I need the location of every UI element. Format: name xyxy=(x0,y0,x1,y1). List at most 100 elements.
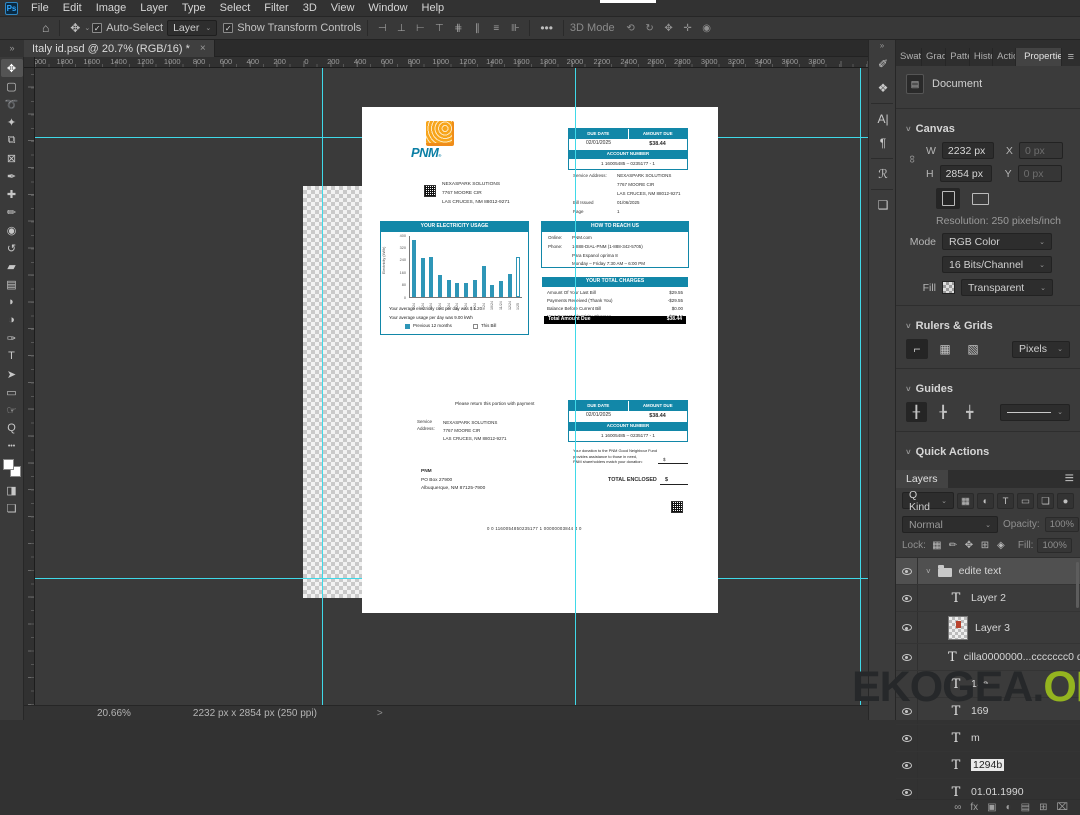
auto-select-target-dropdown[interactable]: Layer ⌄ xyxy=(167,20,218,36)
hand-tool[interactable]: ☞ xyxy=(1,401,23,419)
layer-name[interactable]: 01.01.1990 xyxy=(971,786,1024,798)
guide-vertical-1[interactable] xyxy=(322,68,323,705)
frame-tool[interactable]: ⊠ xyxy=(1,149,23,167)
layer-row[interactable]: ˅ edite text xyxy=(896,558,1080,585)
lock-transparency-icon[interactable]: ▦ xyxy=(930,540,944,551)
document-selector[interactable]: ▤ Document xyxy=(896,66,1080,102)
adjustment-filter-icon[interactable]: ◐ xyxy=(977,492,994,509)
group-chevron-icon[interactable]: ˅ xyxy=(926,567,931,576)
object-selection-tool[interactable]: ✦ xyxy=(1,113,23,131)
edit-toolbar-icon[interactable]: ••• xyxy=(1,437,23,455)
foreground-color-swatch[interactable] xyxy=(2,459,14,470)
quick-actions-section-header[interactable]: ˅ Quick Actions xyxy=(896,438,1080,462)
lock-position-icon[interactable]: ✥ xyxy=(962,540,976,551)
guides-section-header[interactable]: ˅ Guides xyxy=(896,375,1080,399)
more-options-icon[interactable]: ••• xyxy=(536,21,557,35)
brush-settings-icon[interactable]: ✐ xyxy=(869,52,897,76)
link-layers-icon[interactable]: ∞ xyxy=(954,802,961,813)
visibility-toggle[interactable] xyxy=(896,752,918,778)
distribute-horizontal-icon[interactable]: ∥ xyxy=(469,23,485,34)
align-top-icon[interactable]: ⊤ xyxy=(431,23,447,34)
horizontal-ruler[interactable]: 2000180016001400120010008006004002000200… xyxy=(35,57,868,68)
units-select[interactable]: Pixels ⌄ xyxy=(1012,340,1070,358)
type-tool[interactable]: T xyxy=(1,347,23,365)
link-dimensions-icon[interactable]: ∞ xyxy=(906,155,918,163)
lock-guides-icon[interactable]: ╊ xyxy=(933,402,954,422)
canvas-section-header[interactable]: ˅ Canvas xyxy=(896,115,1080,139)
path-select-tool[interactable]: ➤ xyxy=(1,365,23,383)
layer-name[interactable]: Layer 3 xyxy=(975,622,1010,634)
layer-name[interactable]: cilla0000000...ccccccc0 d xyxy=(964,651,1080,663)
menu-view[interactable]: View xyxy=(324,0,362,17)
menu-window[interactable]: Window xyxy=(361,0,414,17)
x-input[interactable]: 0 px xyxy=(1018,142,1063,159)
tab-actio[interactable]: Actio xyxy=(993,48,1017,66)
zoom-tool[interactable]: Q xyxy=(1,419,23,437)
foreground-background-colors[interactable] xyxy=(2,459,21,477)
menu-file[interactable]: File xyxy=(24,0,56,17)
eyedropper-tool[interactable]: ✒ xyxy=(1,167,23,185)
align-left-icon[interactable]: ⊣ xyxy=(374,23,390,34)
tab-gradi[interactable]: Gradi xyxy=(922,48,947,66)
menu-3d[interactable]: 3D xyxy=(296,0,324,17)
slide-3d-icon[interactable]: ✛ xyxy=(680,23,696,34)
glyphs-panel-icon[interactable]: ℛ xyxy=(869,162,897,186)
pixel-filter-icon[interactable]: ▦ xyxy=(957,492,974,509)
height-input[interactable]: 2854 px xyxy=(939,165,992,182)
landscape-orientation-button[interactable] xyxy=(968,188,992,209)
distribute-vertical-icon[interactable]: ⋕ xyxy=(450,23,466,34)
layer-filter-kind-select[interactable]: Q Kind ⌄ xyxy=(902,489,954,513)
layers-menu-icon[interactable]: ≡ xyxy=(1059,470,1080,488)
move-tool[interactable]: ✥ xyxy=(0,59,23,77)
home-icon[interactable]: ⌂ xyxy=(38,21,53,35)
eraser-tool[interactable]: ▰ xyxy=(1,257,23,275)
distribute-left-icon[interactable]: ≡ xyxy=(488,23,504,34)
layer-mask-icon[interactable]: ▣ xyxy=(987,802,996,813)
auto-select-checkbox[interactable]: ✓ xyxy=(92,23,103,33)
new-layer-icon[interactable]: ⊞ xyxy=(1039,802,1047,813)
menu-type[interactable]: Type xyxy=(175,0,213,17)
ruler-toggle-icon[interactable]: ⌐ xyxy=(906,339,928,359)
move-tool-icon[interactable]: ✥ xyxy=(66,21,84,35)
layers-scrollbar[interactable] xyxy=(1076,562,1079,608)
visibility-toggle[interactable] xyxy=(896,725,918,751)
tab-histo[interactable]: Histo xyxy=(970,48,994,66)
rulers-grids-section-header[interactable]: ˅ Rulers & Grids xyxy=(896,312,1080,336)
visibility-toggle[interactable] xyxy=(896,779,918,799)
layer-name[interactable]: edite text xyxy=(959,565,1002,577)
tool-preset-caret-icon[interactable]: ⌄ xyxy=(84,24,90,32)
guide-vertical-3[interactable] xyxy=(860,68,861,705)
zoom-level-field[interactable]: 20.66% xyxy=(97,708,131,719)
quick-mask-icon[interactable]: ◨ xyxy=(1,481,23,499)
fill-opacity-input[interactable]: 100% xyxy=(1037,538,1072,553)
layer-row[interactable]: Tm xyxy=(896,725,1080,752)
brush-tool[interactable]: ✏ xyxy=(1,203,23,221)
history-brush-tool[interactable]: ↺ xyxy=(1,239,23,257)
dock-collapse-icon[interactable]: » xyxy=(869,40,895,52)
lock-paint-icon[interactable]: ✏ xyxy=(946,540,960,551)
shape-tool[interactable]: ▭ xyxy=(1,383,23,401)
paragraph-panel-icon[interactable]: ¶ xyxy=(869,131,897,155)
roll-3d-icon[interactable]: ↻ xyxy=(642,23,658,34)
bill-document-page[interactable]: PNM® DUE DATE AMOUNT DUE 02/01/2025 $38.44… xyxy=(362,107,718,613)
guide-style-select[interactable]: ⌄ xyxy=(1000,403,1070,421)
layer-row[interactable]: T 1294b xyxy=(896,752,1080,779)
visibility-toggle[interactable] xyxy=(896,558,918,584)
status-chevron-icon[interactable]: > xyxy=(377,708,383,719)
healing-brush-tool[interactable]: ✚ xyxy=(1,185,23,203)
show-transform-checkbox[interactable]: ✓ xyxy=(223,23,234,33)
menu-layer[interactable]: Layer xyxy=(133,0,175,17)
menu-select[interactable]: Select xyxy=(213,0,258,17)
fill-swatch[interactable] xyxy=(942,281,955,294)
document-tab[interactable]: Italy id.psd @ 20.7% (RGB/16) * × xyxy=(24,40,215,57)
clear-guides-icon[interactable]: ╈ xyxy=(959,402,980,422)
layer-name[interactable]: m xyxy=(971,732,980,744)
tab-properties[interactable]: Properties xyxy=(1016,48,1062,66)
menu-filter[interactable]: Filter xyxy=(257,0,295,17)
layer-row[interactable]: T 01.01.1990 xyxy=(896,779,1080,799)
distribute-right-icon[interactable]: ⊪ xyxy=(507,23,523,34)
visibility-toggle[interactable] xyxy=(896,612,918,643)
orbit-3d-icon[interactable]: ⟲ xyxy=(623,23,639,34)
lock-artboard-icon[interactable]: ⊞ xyxy=(978,540,992,551)
dodge-tool[interactable]: ◑ xyxy=(1,311,23,329)
